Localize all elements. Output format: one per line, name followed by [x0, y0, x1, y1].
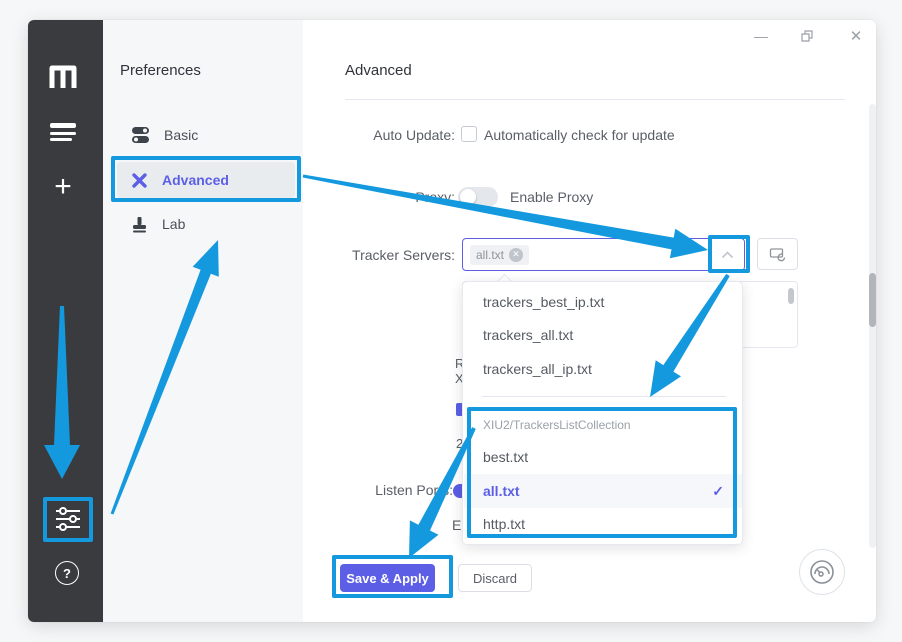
proxy-toggle[interactable] [458, 187, 498, 207]
selected-tracker-tag: all.txt ✕ [470, 245, 529, 265]
textarea-scrollbar-thumb[interactable] [788, 288, 794, 304]
discard-button[interactable]: Discard [458, 564, 532, 592]
dropdown-item-label: all.txt [483, 483, 520, 499]
sidebar-item-label: Advanced [162, 172, 229, 188]
close-button[interactable]: ✕ [847, 27, 865, 45]
auto-update-label: Auto Update: [330, 127, 455, 143]
tracker-servers-label: Tracker Servers: [330, 247, 455, 263]
preferences-panel [103, 20, 303, 622]
auto-update-text: Automatically check for update [484, 127, 675, 143]
dropdown-item[interactable]: http.txt [464, 507, 742, 541]
dropdown-item-label: best.txt [483, 449, 528, 465]
dropdown-divider [482, 396, 726, 397]
task-list-glyph [50, 121, 76, 141]
sidebar-item-advanced[interactable]: Advanced [117, 162, 295, 198]
sidebar-item-basic[interactable]: Basic [125, 120, 285, 150]
chevron-up-icon [721, 251, 734, 259]
toggle-knob [460, 189, 476, 205]
add-task-icon[interactable]: + [48, 170, 78, 204]
tracker-dropdown: trackers_best_ip.txt trackers_all.txt tr… [462, 281, 743, 545]
dropdown-item[interactable]: trackers_best_ip.txt [464, 285, 742, 319]
toggles-icon [131, 126, 150, 144]
sliders-glyph [54, 506, 82, 532]
dropdown-item[interactable]: trackers_all.txt [464, 318, 742, 352]
dropdown-item[interactable]: trackers_all_ip.txt [464, 352, 742, 386]
sidebar-item-lab[interactable]: Lab [125, 209, 285, 239]
sync-icon [769, 247, 786, 262]
save-apply-button[interactable]: Save & Apply [340, 564, 435, 592]
proxy-text: Enable Proxy [510, 189, 593, 205]
tag-label: all.txt [476, 248, 504, 262]
dropdown-item-label: trackers_best_ip.txt [483, 294, 604, 310]
lab-icon [131, 216, 148, 233]
minimize-button[interactable]: — [752, 27, 770, 45]
dropdown-item[interactable]: best.txt [464, 440, 742, 474]
help-icon[interactable]: ? [55, 561, 79, 585]
sync-trackers-button[interactable] [757, 238, 798, 270]
sidebar-item-label: Lab [162, 216, 185, 232]
page-title: Advanced [345, 62, 412, 79]
dropdown-item-selected[interactable]: all.txt ✓ [464, 474, 742, 508]
task-list-icon[interactable] [50, 121, 76, 141]
title-divider [345, 99, 845, 100]
tag-remove-icon[interactable]: ✕ [509, 248, 523, 262]
hidden-text-fragment: E [452, 517, 462, 533]
proxy-label: Proxy: [330, 189, 455, 205]
auto-update-checkbox[interactable] [461, 126, 477, 142]
main-scrollbar-thumb[interactable] [869, 273, 876, 327]
preferences-sliders-icon[interactable] [54, 506, 82, 532]
dropdown-item-label: trackers_all.txt [483, 327, 573, 343]
gauge-icon [807, 557, 837, 587]
maximize-button[interactable] [798, 27, 816, 45]
speed-limit-button[interactable] [799, 549, 845, 595]
listen-ports-label: Listen Ports: [330, 482, 453, 498]
preferences-title: Preferences [120, 62, 201, 79]
motrix-logo-icon[interactable] [46, 59, 80, 93]
tools-icon [131, 172, 148, 189]
tracker-servers-select[interactable]: all.txt ✕ [462, 238, 745, 271]
dropdown-item-label: trackers_all_ip.txt [483, 361, 592, 377]
check-icon: ✓ [712, 483, 724, 500]
sidebar-item-label: Basic [164, 127, 198, 143]
motrix-logo-glyph [48, 62, 78, 90]
dropdown-item-label: http.txt [483, 516, 525, 532]
maximize-restore-icon [801, 30, 813, 42]
select-collapse-icon[interactable] [721, 251, 734, 259]
dropdown-group-label: XIU2/TrackersListCollection [483, 418, 631, 432]
